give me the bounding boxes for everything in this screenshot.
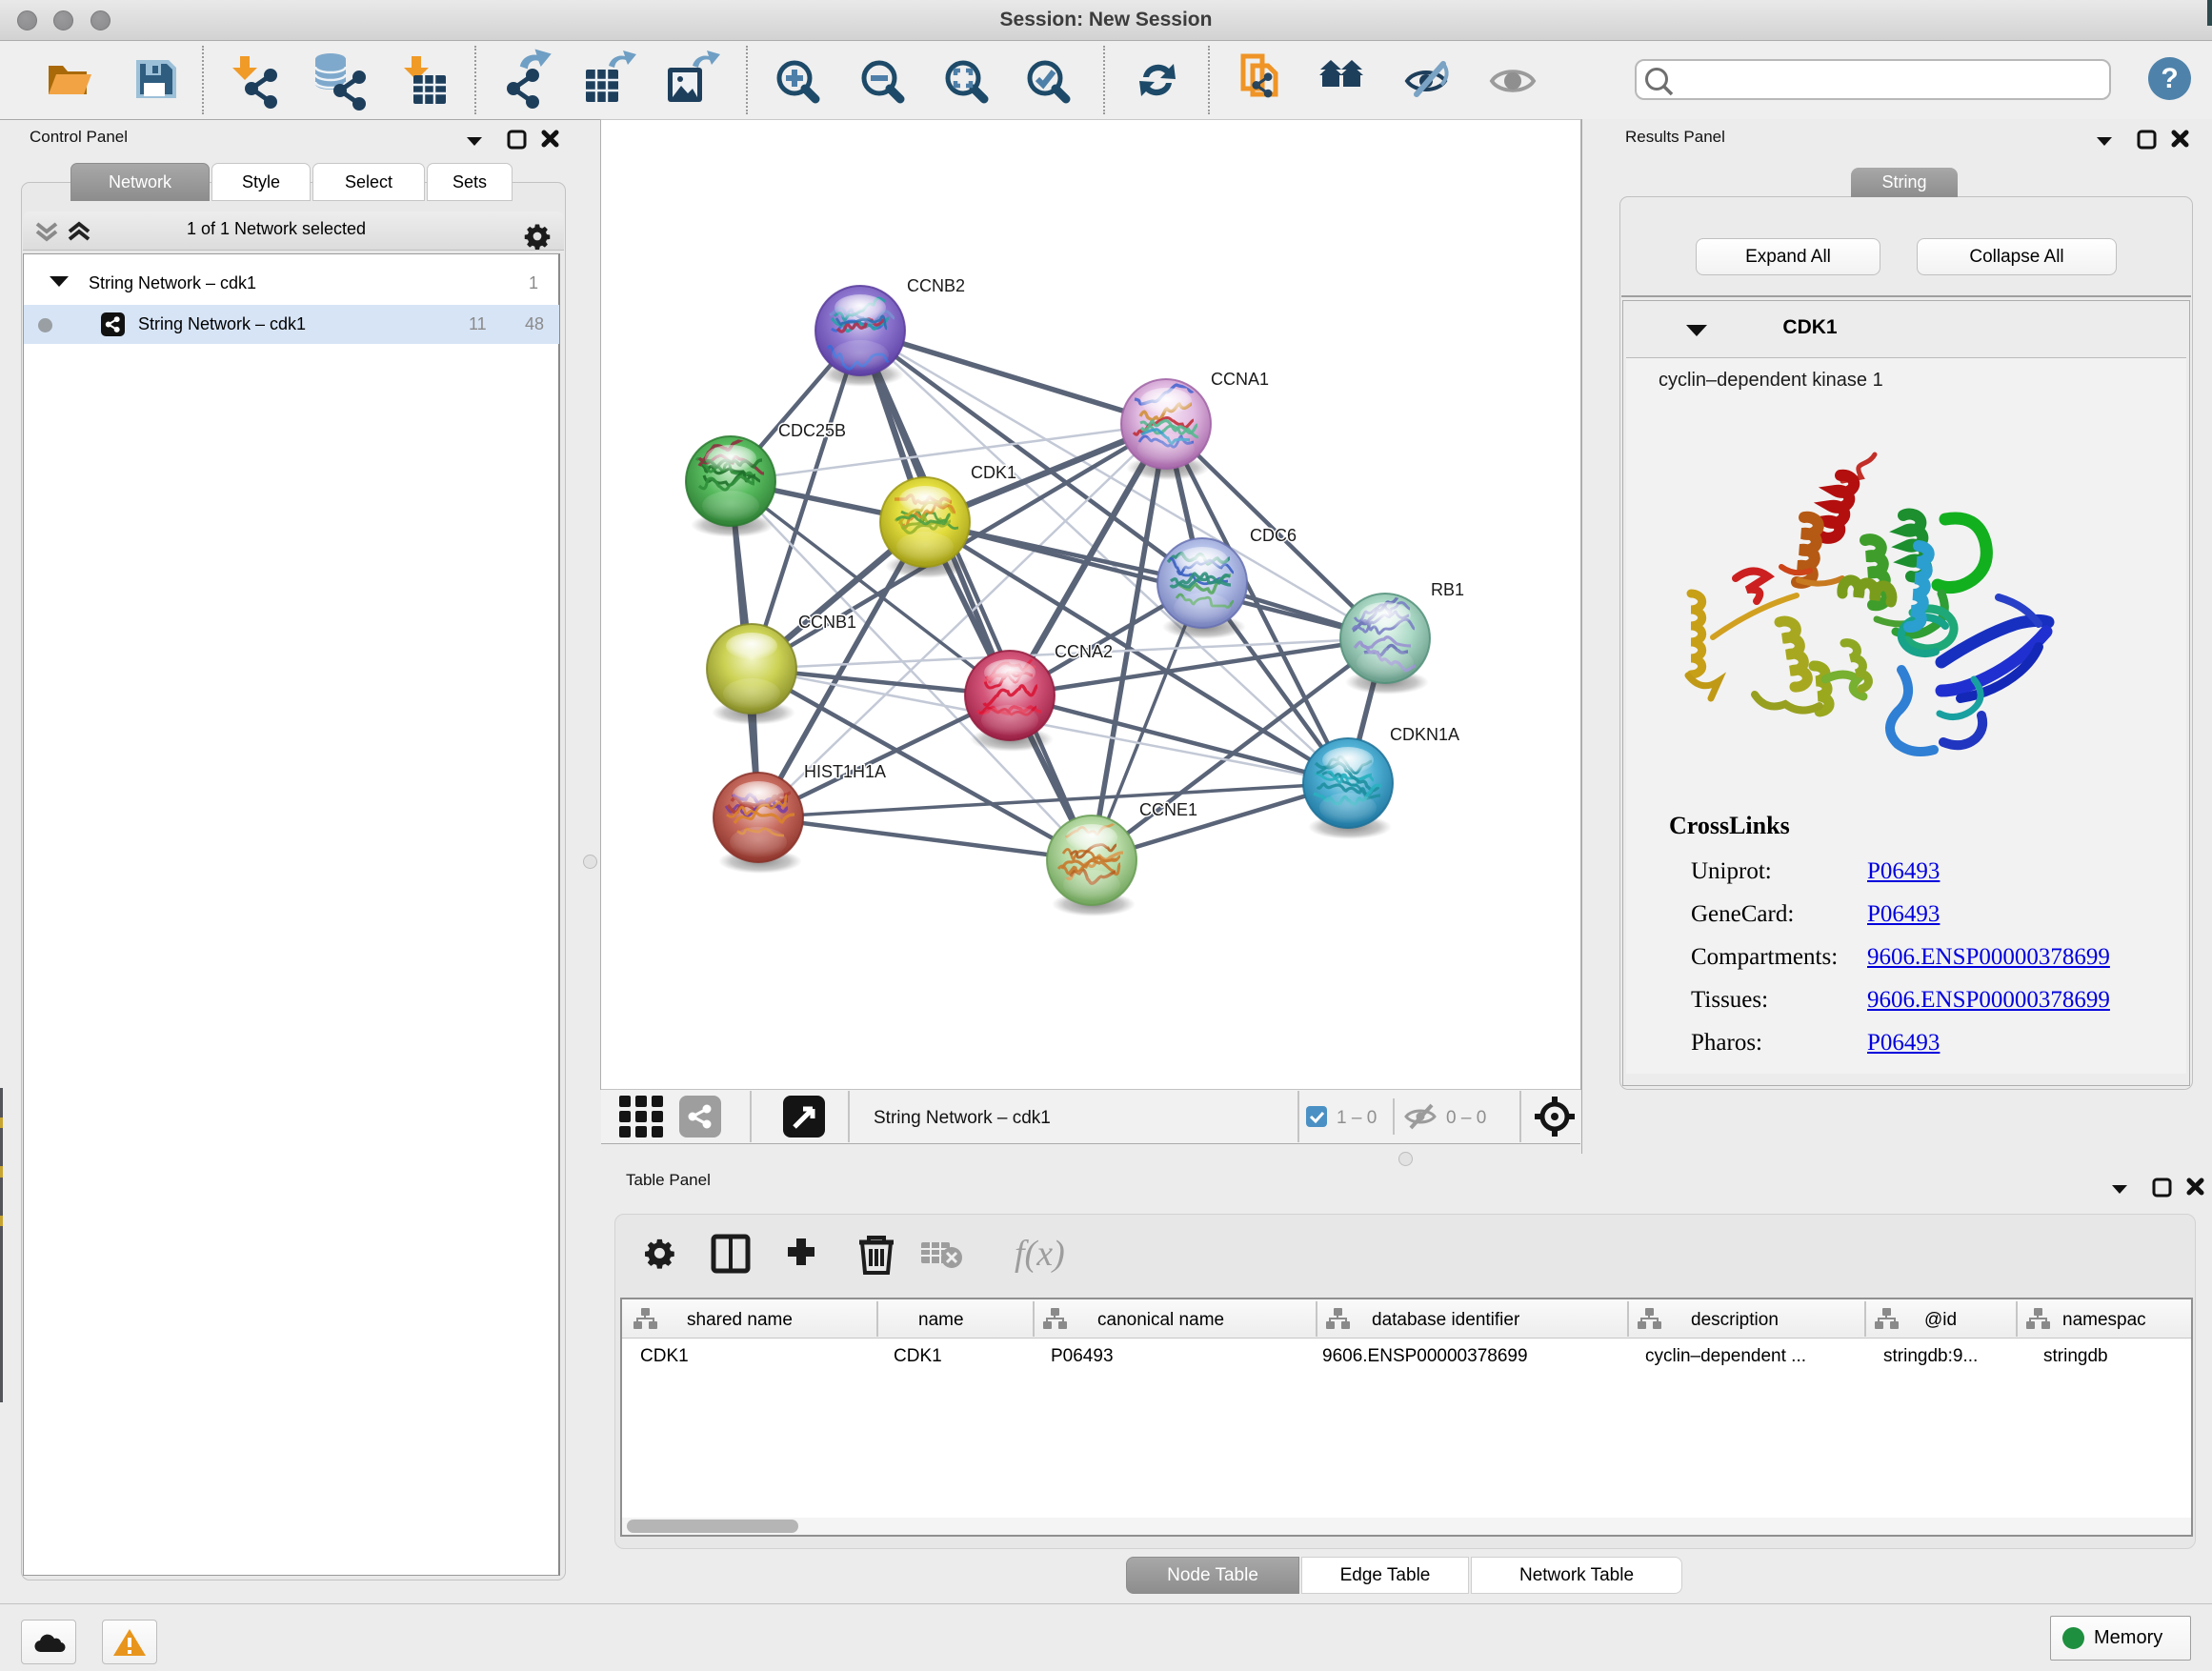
svg-text:name: name (918, 1310, 964, 1330)
svg-text:description: description (1691, 1310, 1779, 1330)
svg-text:CCNB2: CCNB2 (907, 276, 965, 295)
svg-text:database identifier: database identifier (1372, 1310, 1520, 1330)
svg-text:String Network – cdk1: String Network – cdk1 (874, 1108, 1051, 1128)
svg-text:CCNB1: CCNB1 (798, 613, 856, 632)
svg-text:0 – 0: 0 – 0 (1446, 1108, 1486, 1128)
svg-text:canonical name: canonical name (1097, 1310, 1224, 1330)
svg-text:CDC6: CDC6 (1250, 526, 1297, 545)
svg-text:shared name: shared name (687, 1310, 793, 1330)
svg-text:CDC25B: CDC25B (778, 421, 846, 440)
svg-text:1 – 0: 1 – 0 (1337, 1108, 1377, 1128)
svg-text:CCNA1: CCNA1 (1211, 370, 1269, 389)
svg-text:CDKN1A: CDKN1A (1390, 725, 1459, 744)
svg-text:CCNE1: CCNE1 (1139, 800, 1197, 819)
svg-text:f(x): f(x) (1015, 1234, 1065, 1274)
svg-text:CDK1: CDK1 (971, 463, 1016, 482)
svg-text:RB1: RB1 (1431, 580, 1464, 599)
svg-text:@id: @id (1924, 1310, 1957, 1330)
svg-text:namespac: namespac (2062, 1310, 2146, 1330)
svg-text:CCNA2: CCNA2 (1055, 642, 1113, 661)
svg-text:HIST1H1A: HIST1H1A (804, 762, 886, 781)
